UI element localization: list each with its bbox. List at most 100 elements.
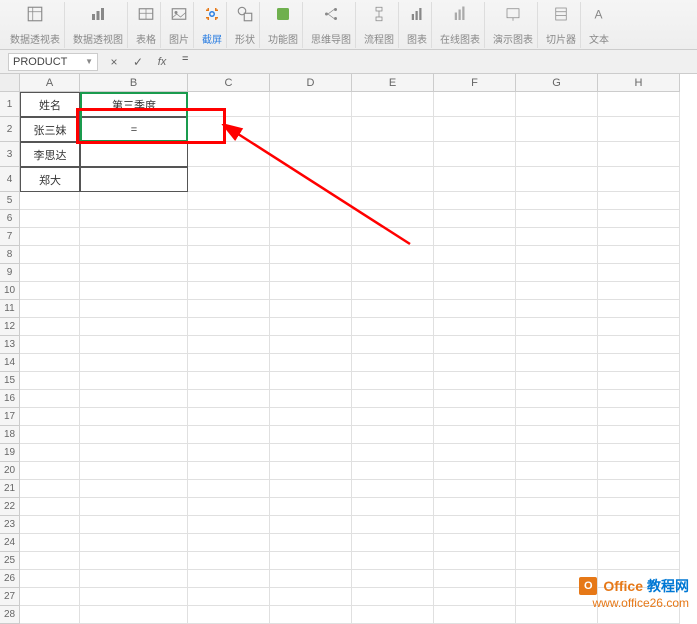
cell[interactable]	[188, 354, 270, 372]
column-header-f[interactable]: F	[434, 74, 516, 91]
cell[interactable]	[516, 354, 598, 372]
cell[interactable]	[188, 480, 270, 498]
row-header[interactable]: 1	[0, 92, 20, 117]
row-header[interactable]: 17	[0, 408, 20, 426]
cell[interactable]	[20, 534, 80, 552]
cell[interactable]	[188, 264, 270, 282]
cell[interactable]	[20, 408, 80, 426]
row-header[interactable]: 10	[0, 282, 20, 300]
cell[interactable]	[598, 92, 680, 117]
cell[interactable]	[352, 336, 434, 354]
cell[interactable]	[352, 282, 434, 300]
cell[interactable]	[270, 354, 352, 372]
cell[interactable]	[434, 534, 516, 552]
cell[interactable]	[352, 264, 434, 282]
ribbon-group-text[interactable]: A 文本	[585, 2, 613, 48]
cell[interactable]	[598, 480, 680, 498]
cell[interactable]	[80, 372, 188, 390]
cell[interactable]	[434, 372, 516, 390]
cell[interactable]	[352, 372, 434, 390]
cell[interactable]	[20, 480, 80, 498]
cell[interactable]	[20, 606, 80, 624]
ribbon-group-online-chart[interactable]: 在线图表	[436, 2, 485, 48]
cell[interactable]	[434, 462, 516, 480]
cell[interactable]	[270, 264, 352, 282]
cell[interactable]	[352, 142, 434, 167]
cell[interactable]	[270, 426, 352, 444]
cell[interactable]	[598, 336, 680, 354]
cell[interactable]	[434, 444, 516, 462]
cell[interactable]	[516, 372, 598, 390]
cell[interactable]	[270, 92, 352, 117]
cell[interactable]	[80, 444, 188, 462]
select-all-corner[interactable]	[0, 74, 20, 92]
cell[interactable]	[270, 570, 352, 588]
cell[interactable]	[270, 142, 352, 167]
row-header[interactable]: 12	[0, 318, 20, 336]
cell[interactable]	[188, 372, 270, 390]
column-header-e[interactable]: E	[352, 74, 434, 91]
cell[interactable]	[352, 498, 434, 516]
cell[interactable]	[516, 480, 598, 498]
cell[interactable]	[598, 444, 680, 462]
cell[interactable]	[516, 167, 598, 192]
cell[interactable]	[270, 408, 352, 426]
ribbon-group-shapes[interactable]: 形状	[231, 2, 260, 48]
cell[interactable]	[270, 462, 352, 480]
cell[interactable]	[434, 300, 516, 318]
cell[interactable]: =	[80, 117, 188, 142]
cell[interactable]	[80, 516, 188, 534]
cell[interactable]	[434, 498, 516, 516]
cell[interactable]	[434, 570, 516, 588]
cell[interactable]	[270, 246, 352, 264]
row-header[interactable]: 18	[0, 426, 20, 444]
row-header[interactable]: 13	[0, 336, 20, 354]
ribbon-group-pivot-chart[interactable]: 数据透视图	[69, 2, 128, 48]
cell[interactable]	[80, 167, 188, 192]
cell[interactable]	[270, 117, 352, 142]
cell[interactable]	[598, 300, 680, 318]
cell[interactable]	[516, 318, 598, 336]
cell[interactable]	[80, 498, 188, 516]
cell[interactable]	[352, 588, 434, 606]
cell[interactable]: 李思达	[20, 142, 80, 167]
cell[interactable]	[20, 588, 80, 606]
cell[interactable]	[434, 480, 516, 498]
row-header[interactable]: 24	[0, 534, 20, 552]
ribbon-group-picture[interactable]: 图片	[165, 2, 194, 48]
cell[interactable]	[80, 534, 188, 552]
cell[interactable]	[270, 588, 352, 606]
cell[interactable]	[270, 192, 352, 210]
row-header[interactable]: 4	[0, 167, 20, 192]
cell[interactable]	[434, 552, 516, 570]
cell[interactable]	[352, 210, 434, 228]
cell[interactable]: 第三季度	[80, 92, 188, 117]
ribbon-group-function-chart[interactable]: 功能图	[264, 2, 303, 48]
cell[interactable]	[80, 264, 188, 282]
cell[interactable]	[80, 570, 188, 588]
cell[interactable]	[516, 498, 598, 516]
cell[interactable]	[352, 390, 434, 408]
cell[interactable]	[434, 264, 516, 282]
row-header[interactable]: 2	[0, 117, 20, 142]
cell[interactable]	[434, 408, 516, 426]
cell[interactable]	[188, 534, 270, 552]
ribbon-group-chart[interactable]: 图表	[403, 2, 432, 48]
cell[interactable]	[516, 210, 598, 228]
cell[interactable]	[352, 117, 434, 142]
row-header[interactable]: 5	[0, 192, 20, 210]
cancel-formula-button[interactable]: ×	[106, 54, 122, 70]
cell[interactable]	[20, 570, 80, 588]
cell[interactable]	[188, 282, 270, 300]
cell[interactable]	[598, 408, 680, 426]
cell[interactable]: 郑大	[20, 167, 80, 192]
cell[interactable]	[188, 142, 270, 167]
column-header-c[interactable]: C	[188, 74, 270, 91]
cell[interactable]	[598, 390, 680, 408]
cell[interactable]	[434, 92, 516, 117]
row-header[interactable]: 20	[0, 462, 20, 480]
cell[interactable]	[188, 426, 270, 444]
cell[interactable]	[598, 372, 680, 390]
cell[interactable]	[434, 210, 516, 228]
cell[interactable]	[80, 606, 188, 624]
